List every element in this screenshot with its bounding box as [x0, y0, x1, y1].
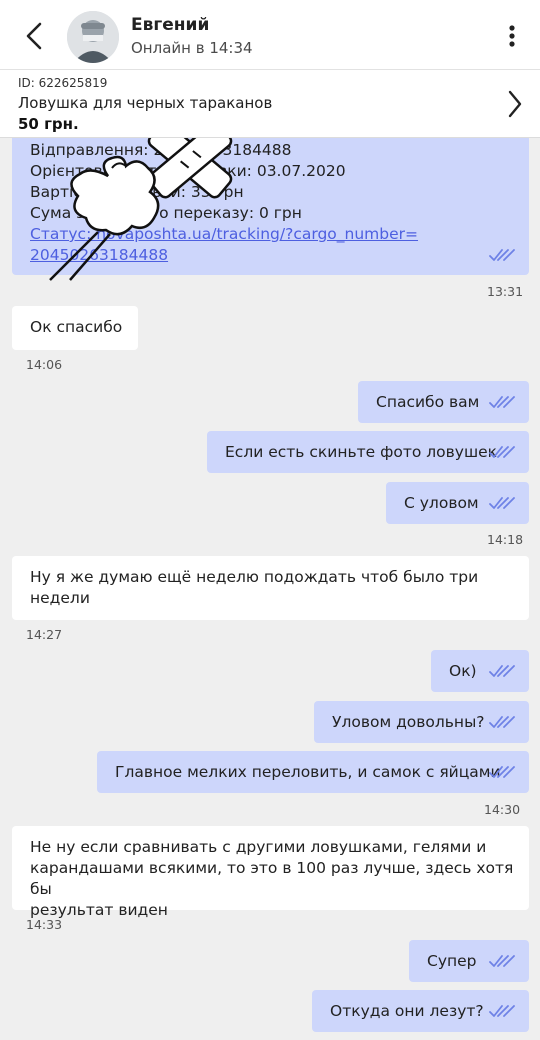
message-bubble-outgoing[interactable]: Супер	[409, 940, 529, 982]
message-bubble-outgoing[interactable]: Відправлення: 20450263184488 Орієнтовна …	[12, 138, 529, 275]
product-banner[interactable]: ID: 622625819 Ловушка для черных таракан…	[0, 70, 540, 138]
message-bubble-outgoing[interactable]: Ок)	[431, 650, 529, 692]
message-line: Відправлення: 20450263184488	[30, 141, 292, 159]
more-vertical-icon[interactable]	[500, 22, 524, 50]
message-bubble-incoming[interactable]: Ок спасибо	[12, 306, 138, 350]
message-bubble-outgoing[interactable]: Уловом довольны?	[314, 701, 529, 743]
message-bubble-outgoing[interactable]: Если есть скиньте фото ловушек	[207, 431, 529, 473]
message-text: Ок спасибо	[30, 318, 123, 336]
message-text: Если есть скиньте фото ловушек	[225, 443, 498, 461]
message-line: Ну я же думаю ещё неделю подождать чтоб …	[30, 568, 479, 586]
message-bubble-outgoing[interactable]: Откуда они лезут?	[312, 990, 529, 1032]
message-bubble-incoming[interactable]: Ну я же думаю ещё неделю подождать чтоб …	[12, 556, 529, 620]
product-title: Ловушка для черных тараканов	[18, 94, 273, 112]
product-price: 50 грн.	[18, 115, 79, 133]
message-line: карандашами всякими, то это в 100 раз лу…	[30, 859, 514, 898]
avatar-image	[67, 11, 119, 63]
message-line: Вартість доставки: 33 грн	[30, 183, 244, 201]
message-list[interactable]: Відправлення: 20450263184488 Орієнтовна …	[0, 138, 540, 1040]
message-text: Главное мелких переловить, и самок с яйц…	[115, 763, 501, 781]
message-bubble-outgoing[interactable]: Спасибо вам	[358, 381, 529, 423]
chevron-right-icon[interactable]	[502, 88, 526, 120]
contact-name[interactable]: Евгений	[131, 15, 209, 35]
contact-status: Онлайн в 14:34	[131, 39, 253, 57]
message-time: 14:33	[26, 917, 63, 932]
double-check-icon	[489, 766, 515, 778]
message-time: 14:27	[26, 627, 63, 642]
message-time: 13:31	[487, 284, 524, 299]
back-icon[interactable]	[18, 18, 50, 54]
double-check-icon	[489, 665, 515, 677]
message-bubble-outgoing[interactable]: Главное мелких переловить, и самок с яйц…	[97, 751, 529, 793]
tracking-link-number[interactable]: 20450263184488	[30, 245, 511, 266]
message-time: 14:06	[26, 357, 63, 372]
double-check-icon	[489, 1005, 515, 1017]
message-bubble-incoming[interactable]: Не ну если сравнивать с другими ловушкам…	[12, 826, 529, 919]
product-id: ID: 622625819	[18, 76, 108, 90]
double-check-icon	[489, 249, 515, 261]
message-line: Орієнтовна дата доставки: 03.07.2020	[30, 162, 346, 180]
chat-header: Евгений Онлайн в 14:34	[0, 0, 540, 70]
message-line: результат виден	[30, 901, 168, 919]
message-line: Сума зворотного переказу: 0 грн	[30, 204, 302, 222]
avatar[interactable]	[67, 11, 119, 63]
double-check-icon	[489, 396, 515, 408]
message-line: недели	[30, 589, 90, 607]
message-time: 14:30	[484, 802, 521, 817]
message-time: 14:18	[487, 532, 524, 547]
message-line: Не ну если сравнивать с другими ловушкам…	[30, 838, 487, 856]
double-check-icon	[489, 446, 515, 458]
double-check-icon	[489, 497, 515, 509]
message-bubble-outgoing[interactable]: С уловом	[386, 482, 529, 524]
double-check-icon	[489, 716, 515, 728]
tracking-link[interactable]: Статус: novaposhta.ua/tracking/?cargo_nu…	[30, 224, 511, 245]
double-check-icon	[489, 955, 515, 967]
